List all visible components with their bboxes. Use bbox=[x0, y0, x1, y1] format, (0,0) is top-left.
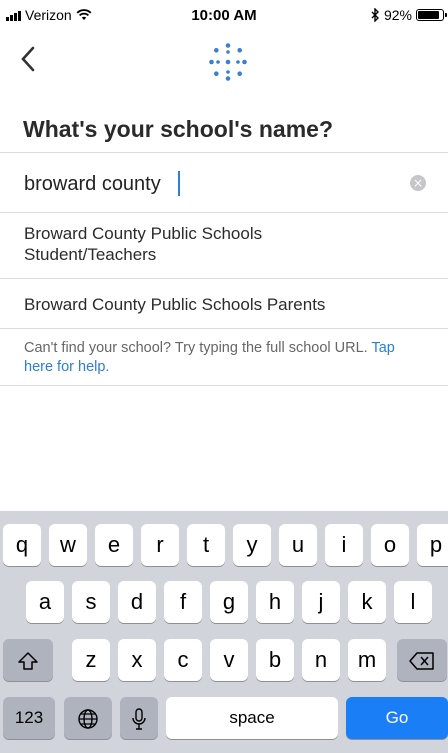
backspace-key[interactable] bbox=[397, 639, 447, 681]
shift-key[interactable] bbox=[3, 639, 53, 681]
key-n[interactable]: n bbox=[302, 639, 340, 681]
key-k[interactable]: k bbox=[348, 581, 386, 623]
school-search-input[interactable] bbox=[24, 168, 384, 200]
key-a[interactable]: a bbox=[26, 581, 64, 623]
key-b[interactable]: b bbox=[256, 639, 294, 681]
key-v[interactable]: v bbox=[210, 639, 248, 681]
battery-percent: 92% bbox=[383, 7, 412, 23]
canvas-logo-icon bbox=[209, 43, 247, 81]
help-text: Can't find your school? Try typing the f… bbox=[24, 339, 414, 377]
space-key[interactable]: space bbox=[166, 697, 338, 739]
key-m[interactable]: m bbox=[348, 639, 386, 681]
key-g[interactable]: g bbox=[210, 581, 248, 623]
microphone-icon bbox=[132, 708, 146, 730]
bluetooth-icon bbox=[371, 8, 379, 22]
search-row: × bbox=[0, 153, 448, 213]
divider bbox=[0, 385, 448, 386]
shift-icon bbox=[18, 652, 38, 670]
key-h[interactable]: h bbox=[256, 581, 294, 623]
school-result-label: Broward County Public Schools Parents bbox=[24, 295, 326, 314]
key-f[interactable]: f bbox=[164, 581, 202, 623]
key-d[interactable]: d bbox=[118, 581, 156, 623]
battery-status: 92% bbox=[371, 7, 447, 23]
key-x[interactable]: x bbox=[118, 639, 156, 681]
key-s[interactable]: s bbox=[72, 581, 110, 623]
key-q[interactable]: q bbox=[3, 524, 41, 566]
dictation-key[interactable] bbox=[120, 697, 158, 739]
go-key[interactable]: Go bbox=[346, 697, 448, 739]
key-o[interactable]: o bbox=[371, 524, 409, 566]
school-result-item[interactable]: Broward County Public Schools Student/Te… bbox=[0, 213, 448, 278]
text-cursor bbox=[178, 171, 180, 196]
school-result-item[interactable]: Broward County Public Schools Parents bbox=[0, 279, 448, 328]
key-z[interactable]: z bbox=[72, 639, 110, 681]
globe-key[interactable] bbox=[64, 697, 112, 739]
close-icon: × bbox=[412, 176, 424, 190]
backspace-icon bbox=[409, 652, 434, 670]
keyboard: q w e r t y u i o p a s d f g h j k l z … bbox=[0, 511, 448, 753]
key-w[interactable]: w bbox=[49, 524, 87, 566]
help-message: Can't find your school? Try typing the f… bbox=[24, 340, 368, 356]
page-title: What's your school's name? bbox=[23, 116, 333, 142]
divider bbox=[0, 328, 448, 329]
globe-icon bbox=[78, 709, 98, 729]
key-i[interactable]: i bbox=[325, 524, 363, 566]
key-l[interactable]: l bbox=[394, 581, 432, 623]
key-c[interactable]: c bbox=[164, 639, 202, 681]
chevron-left-icon bbox=[21, 46, 35, 72]
key-j[interactable]: j bbox=[302, 581, 340, 623]
battery-icon bbox=[416, 9, 447, 21]
key-u[interactable]: u bbox=[279, 524, 317, 566]
key-y[interactable]: y bbox=[233, 524, 271, 566]
status-bar: Verizon 10:00 AM 92% bbox=[0, 0, 448, 34]
key-p[interactable]: p bbox=[417, 524, 448, 566]
back-button[interactable] bbox=[20, 44, 36, 78]
clear-search-button[interactable]: × bbox=[410, 175, 426, 191]
numbers-key[interactable]: 123 bbox=[3, 697, 55, 739]
key-e[interactable]: e bbox=[95, 524, 133, 566]
key-t[interactable]: t bbox=[187, 524, 225, 566]
key-r[interactable]: r bbox=[141, 524, 179, 566]
school-result-label: Broward County Public Schools Student/Te… bbox=[24, 224, 263, 264]
